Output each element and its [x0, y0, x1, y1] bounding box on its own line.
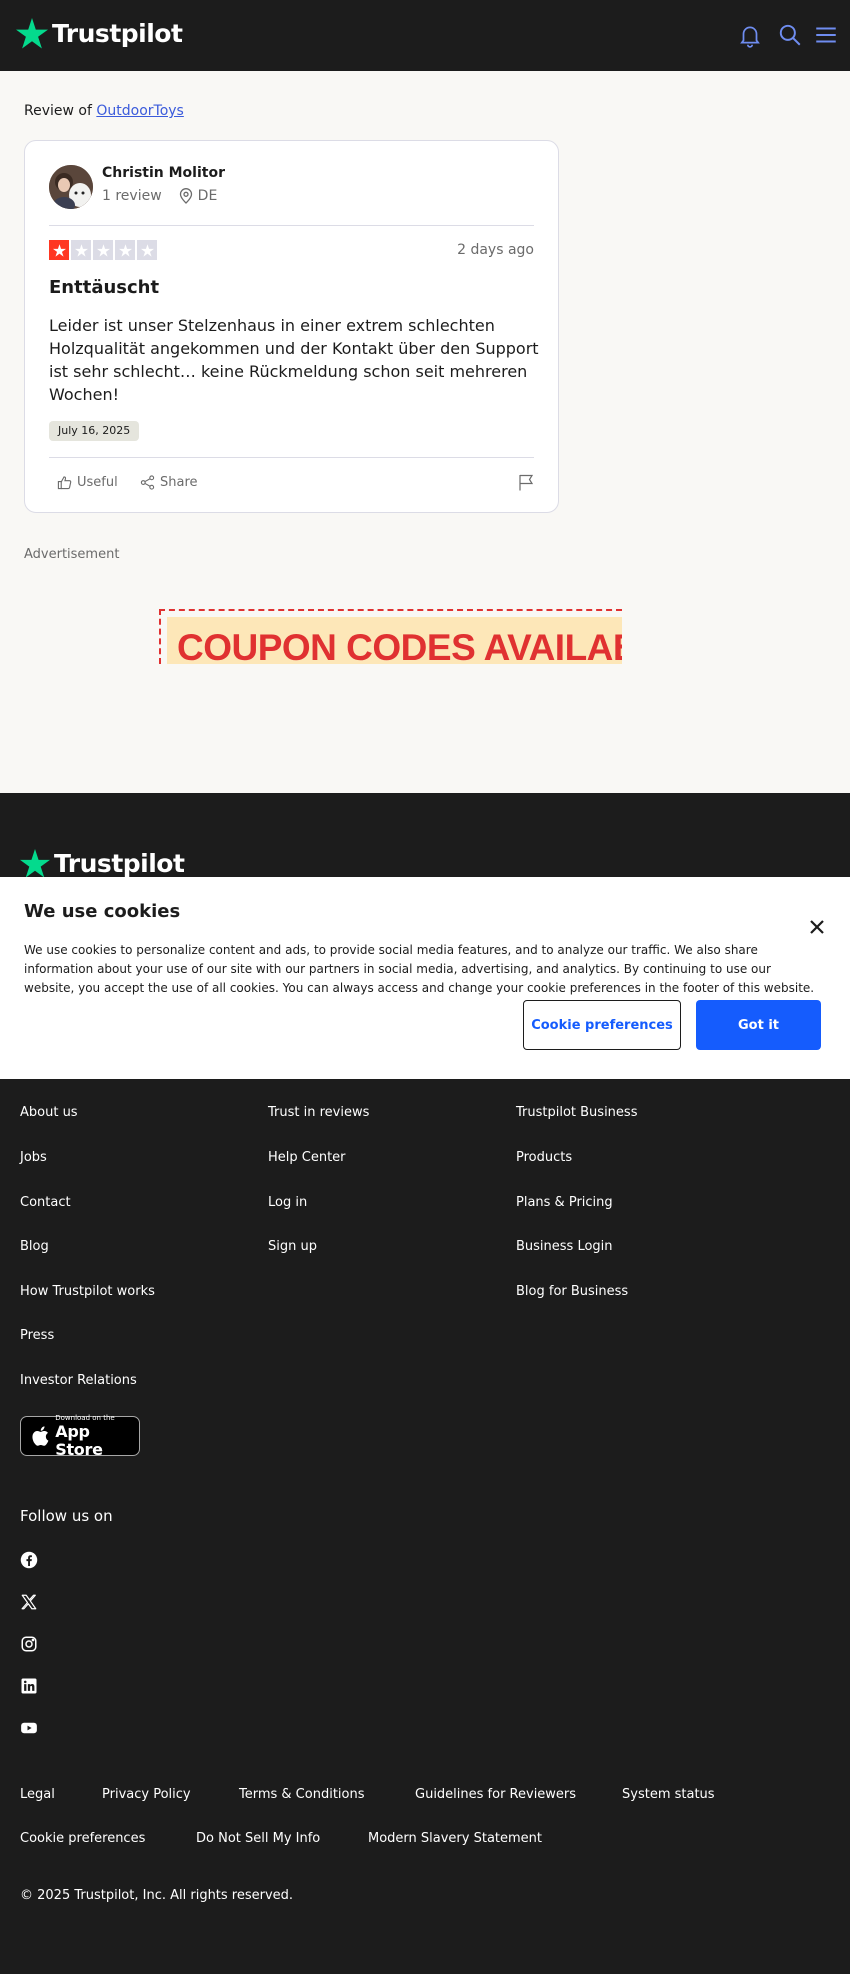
footer-link-trustpilot-business[interactable]: Trustpilot Business [516, 1105, 637, 1120]
review-count: 1 review [102, 188, 162, 204]
review-card: Christin Molitor 1 review DE 2 days ago … [24, 140, 559, 513]
got-it-button[interactable]: Got it [696, 1000, 821, 1050]
footer-link-sign-up[interactable]: Sign up [268, 1239, 317, 1254]
footer-link-log-in[interactable]: Log in [268, 1195, 307, 1210]
app-store-big-text: App Store [55, 1421, 103, 1459]
reviewer-meta: 1 review DE [102, 188, 217, 204]
main-content: Review of OutdoorToys Christin Molitor 1… [0, 71, 850, 793]
footer-trustpilot-logo[interactable]: Trustpilot [20, 849, 185, 877]
trustpilot-star-icon [20, 849, 50, 877]
cookie-title: We use cookies [24, 901, 181, 922]
share-button[interactable]: Share [140, 475, 198, 490]
app-store-text: Download on the App Store [55, 1414, 139, 1459]
follow-us-heading: Follow us on [20, 1507, 113, 1525]
copyright-text: © 2025 Trustpilot, Inc. All rights reser… [20, 1888, 294, 1903]
footer-link-about-us[interactable]: About us [20, 1105, 78, 1120]
star-empty-icon [115, 240, 135, 260]
review-relative-date: 2 days ago [457, 242, 534, 258]
footer-link-legal[interactable]: Legal [20, 1787, 55, 1802]
footer-link-terms-conditions[interactable]: Terms & Conditions [239, 1787, 365, 1802]
review-title[interactable]: Enttäuscht [49, 277, 159, 298]
footer-link-trust-in-reviews[interactable]: Trust in reviews [268, 1105, 369, 1120]
menu-icon[interactable] [813, 22, 839, 48]
instagram-icon[interactable] [20, 1635, 38, 1653]
close-icon[interactable] [805, 915, 829, 939]
cookie-banner: We use cookies We use cookies to persona… [0, 877, 850, 1079]
footer-link-contact[interactable]: Contact [20, 1195, 71, 1210]
review-of-prefix: Review of [24, 103, 92, 119]
apple-icon [32, 1426, 49, 1446]
cookie-preferences-button[interactable]: Cookie preferences [523, 1000, 681, 1050]
card-divider [49, 457, 534, 458]
footer-link-investor-relations[interactable]: Investor Relations [20, 1373, 137, 1388]
share-icon [140, 475, 155, 490]
coupon-ad-text: COUPON CODES AVAILABLE [177, 627, 622, 664]
app-store-badge[interactable]: Download on the App Store [20, 1414, 140, 1459]
footer-link-business-login[interactable]: Business Login [516, 1239, 613, 1254]
footer-link-help-center[interactable]: Help Center [268, 1150, 346, 1165]
experience-date-badge: July 16, 2025 [49, 421, 140, 441]
trustpilot-logo[interactable]: Trustpilot [16, 18, 183, 49]
site-footer: About us Jobs Contact Blog How Trustpilo… [0, 1079, 850, 1974]
share-label: Share [160, 475, 198, 490]
footer-link-modern-slavery-statement[interactable]: Modern Slavery Statement [368, 1831, 542, 1846]
trustpilot-star-icon [16, 18, 48, 49]
facebook-icon[interactable] [20, 1551, 38, 1569]
site-header: Trustpilot [0, 0, 850, 71]
footer-link-plans-pricing[interactable]: Plans & Pricing [516, 1195, 613, 1210]
search-icon[interactable] [777, 22, 803, 48]
footer-link-system-status[interactable]: System status [622, 1787, 715, 1802]
footer-link-jobs[interactable]: Jobs [20, 1150, 47, 1165]
card-divider [49, 225, 534, 226]
footer-logo-text: Trustpilot [54, 849, 185, 877]
footer-link-products[interactable]: Products [516, 1150, 572, 1165]
thumbs-up-icon [57, 476, 72, 490]
reviewer-location: DE [179, 188, 218, 204]
footer-link-cookie-preferences[interactable]: Cookie preferences [20, 1831, 145, 1846]
avatar[interactable] [49, 165, 93, 209]
location-pin-icon [179, 188, 192, 204]
x-icon[interactable] [20, 1593, 38, 1611]
footer-link-do-not-sell[interactable]: Do Not Sell My Info [196, 1831, 320, 1846]
footer-link-guidelines-for-reviewers[interactable]: Guidelines for Reviewers [415, 1787, 576, 1802]
coupon-ad-banner[interactable]: COUPON CODES AVAILABLE [159, 609, 622, 664]
reviewer-name[interactable]: Christin Molitor [102, 165, 225, 181]
logo-text: Trustpilot [52, 19, 183, 48]
review-body: Leider ist unser Stelzenhaus in einer ex… [49, 316, 539, 404]
flag-icon[interactable] [518, 474, 534, 491]
company-link[interactable]: OutdoorToys [96, 103, 183, 119]
footer-link-press[interactable]: Press [20, 1328, 54, 1343]
footer-logo-band: Trustpilot [0, 793, 850, 877]
footer-link-blog-for-business[interactable]: Blog for Business [516, 1284, 628, 1299]
country-code: DE [197, 188, 218, 204]
bell-icon[interactable] [737, 22, 763, 48]
star-empty-icon [137, 240, 157, 260]
star-filled-icon [49, 240, 69, 260]
star-empty-icon [93, 240, 113, 260]
star-empty-icon [71, 240, 91, 260]
review-of-line: Review of OutdoorToys [24, 103, 184, 119]
star-rating [49, 240, 157, 260]
youtube-icon[interactable] [20, 1719, 38, 1737]
advertisement-label: Advertisement [24, 547, 120, 562]
useful-label: Useful [77, 475, 118, 490]
footer-link-blog[interactable]: Blog [20, 1239, 49, 1254]
footer-link-how-trustpilot-works[interactable]: How Trustpilot works [20, 1284, 155, 1299]
footer-link-privacy-policy[interactable]: Privacy Policy [102, 1787, 191, 1802]
useful-button[interactable]: Useful [57, 475, 118, 490]
linkedin-icon[interactable] [20, 1677, 38, 1695]
cookie-text: We use cookies to personalize content an… [24, 943, 815, 995]
